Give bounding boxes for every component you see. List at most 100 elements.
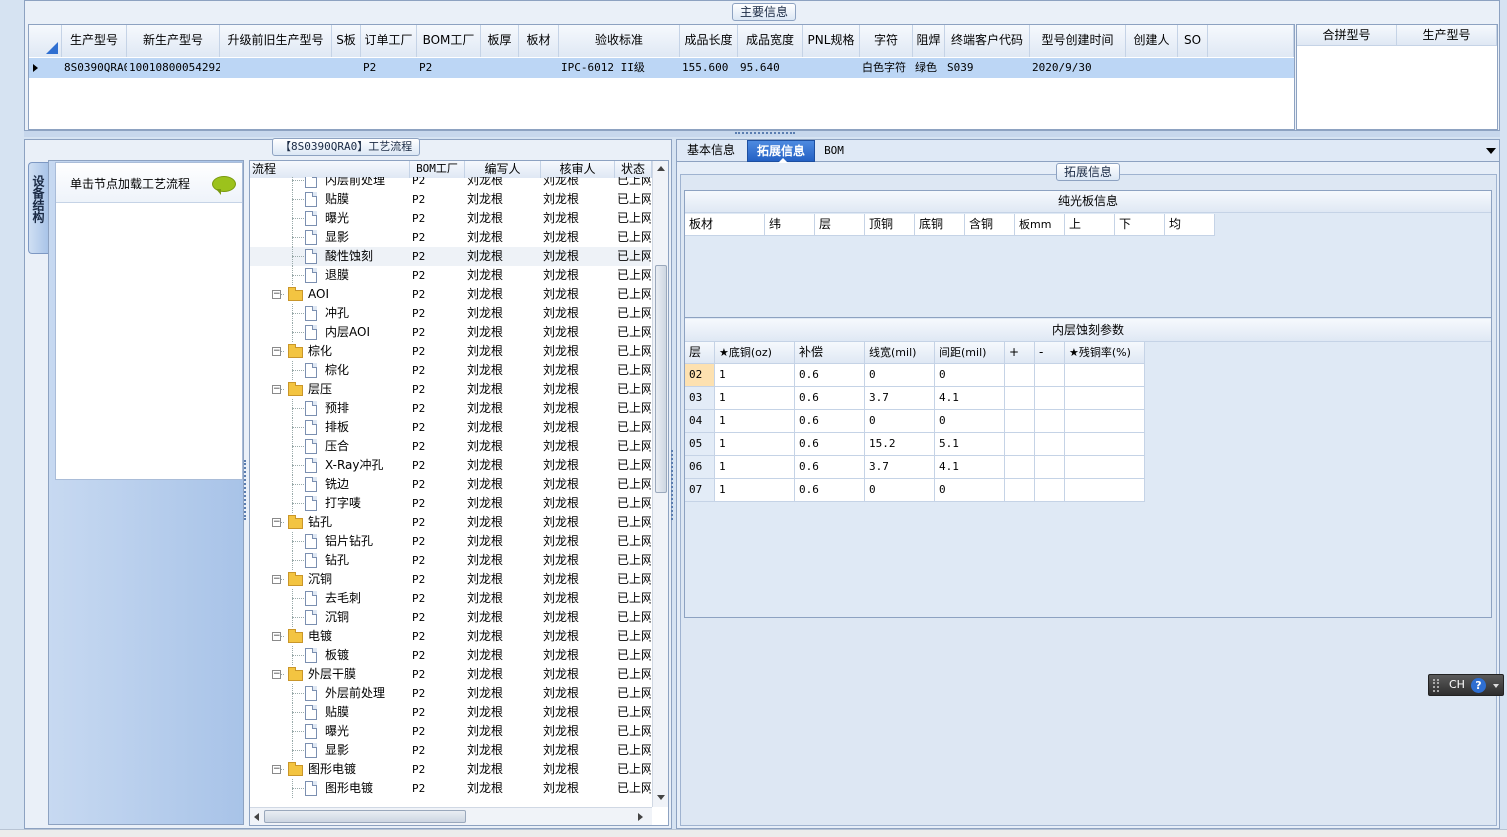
etch-col-header[interactable]: 线宽(mil) xyxy=(865,342,935,364)
etch-cell[interactable]: 0 xyxy=(935,479,1005,502)
scroll-down-icon[interactable] xyxy=(657,795,665,800)
collapse-icon[interactable]: − xyxy=(272,347,281,356)
ime-menu-icon[interactable] xyxy=(1493,684,1499,688)
etch-cell[interactable] xyxy=(1035,479,1065,502)
bare-board-col-header[interactable]: 均 xyxy=(1165,214,1215,236)
etch-cell[interactable] xyxy=(1035,387,1065,410)
tree-leaf-node[interactable]: 板镀 P2 刘龙根 刘龙根 已上网 xyxy=(250,646,651,665)
main-col-header[interactable]: 生产型号 xyxy=(62,25,127,57)
main-grid-row[interactable]: 8S0390QRA0 10010800054292 P2 P2 IPC-6012 II级… xyxy=(29,58,1294,78)
ime-language[interactable]: CH xyxy=(1449,678,1465,691)
tree-leaf-node[interactable]: 压合 P2 刘龙根 刘龙根 已上网 xyxy=(250,437,651,456)
main-col-header[interactable]: 成品长度 xyxy=(680,25,738,57)
tree-folder-node[interactable]: − 沉铜 P2 刘龙根 刘龙根 已上网 xyxy=(250,570,651,589)
etch-cell[interactable]: 3.7 xyxy=(865,456,935,479)
tree-leaf-node[interactable]: 内层前处理 P2 刘龙根 刘龙根 已上网 xyxy=(250,177,651,190)
merge-col-header[interactable]: 合拼型号 xyxy=(1297,25,1397,46)
etch-cell[interactable]: 1 xyxy=(715,433,795,456)
collapse-icon[interactable]: − xyxy=(272,518,281,527)
scroll-up-icon[interactable] xyxy=(657,166,665,171)
collapse-icon[interactable]: − xyxy=(272,385,281,394)
tree-leaf-node[interactable]: X-Ray冲孔 P2 刘龙根 刘龙根 已上网 xyxy=(250,456,651,475)
main-col-header[interactable]: 订单工厂 xyxy=(361,25,417,57)
tree-leaf-node[interactable]: 退膜 P2 刘龙根 刘龙根 已上网 xyxy=(250,266,651,285)
etch-col-header[interactable]: 补偿 xyxy=(795,342,865,364)
main-col-header[interactable]: 字符 xyxy=(860,25,913,57)
etch-cell[interactable] xyxy=(1065,433,1145,456)
etch-cell[interactable] xyxy=(1065,410,1145,433)
tree-leaf-node[interactable]: 铝片钻孔 P2 刘龙根 刘龙根 已上网 xyxy=(250,532,651,551)
tab-basic-info[interactable]: 基本信息 xyxy=(679,140,743,162)
etch-cell[interactable]: 0.6 xyxy=(795,364,865,387)
collapse-icon[interactable]: − xyxy=(272,632,281,641)
main-row-cell[interactable] xyxy=(1126,58,1178,78)
etch-cell[interactable]: 1 xyxy=(715,456,795,479)
tree-leaf-node[interactable]: 打字唛 P2 刘龙根 刘龙根 已上网 xyxy=(250,494,651,513)
tab-ext-info[interactable]: 拓展信息 xyxy=(747,140,815,163)
main-col-header[interactable]: 验收标准 xyxy=(559,25,680,57)
etch-cell[interactable]: 4.1 xyxy=(935,387,1005,410)
etch-cell[interactable]: 0.6 xyxy=(795,387,865,410)
etch-cell[interactable]: 0 xyxy=(865,410,935,433)
etch-cell[interactable]: 0.6 xyxy=(795,433,865,456)
tree-vscrollbar[interactable] xyxy=(652,161,668,807)
help-icon[interactable]: ? xyxy=(1471,678,1486,693)
etch-col-header[interactable]: ★底铜(oz) xyxy=(715,342,795,364)
main-row-cell[interactable] xyxy=(803,58,860,78)
etch-col-header[interactable]: 间距(mil) xyxy=(935,342,1005,364)
main-col-header[interactable]: 升级前旧生产型号 xyxy=(220,25,332,57)
main-row-cell[interactable]: 155.600 xyxy=(680,58,738,78)
main-row-cell[interactable]: 2020/9/30 xyxy=(1030,58,1126,78)
etch-col-header[interactable]: ★残铜率(%) xyxy=(1065,342,1145,364)
main-col-header[interactable]: SO xyxy=(1178,25,1208,57)
collapse-icon[interactable]: − xyxy=(272,575,281,584)
tree-folder-node[interactable]: − 电镀 P2 刘龙根 刘龙根 已上网 xyxy=(250,627,651,646)
main-col-header[interactable]: 阻焊 xyxy=(913,25,945,57)
etch-cell[interactable] xyxy=(1035,410,1065,433)
ime-toolbar[interactable]: CH ? xyxy=(1428,674,1504,696)
tree-col-header[interactable]: 核审人 xyxy=(541,161,615,178)
etch-cell[interactable]: 1 xyxy=(715,410,795,433)
main-row-cell[interactable] xyxy=(519,58,559,78)
tab-bom[interactable]: BOM xyxy=(817,140,851,162)
etch-cell[interactable] xyxy=(1065,364,1145,387)
bare-board-col-header[interactable]: 板mm xyxy=(1015,214,1065,236)
main-col-header[interactable]: 型号创建时间 xyxy=(1030,25,1126,57)
tree-leaf-node[interactable]: 贴膜 P2 刘龙根 刘龙根 已上网 xyxy=(250,190,651,209)
etch-cell[interactable] xyxy=(1005,456,1035,479)
main-col-header[interactable]: 终端客户代码 xyxy=(945,25,1030,57)
tree-col-header[interactable]: 流程 xyxy=(250,161,410,178)
tree-leaf-node[interactable]: 冲孔 P2 刘龙根 刘龙根 已上网 xyxy=(250,304,651,323)
tree-leaf-node[interactable]: 铣边 P2 刘龙根 刘龙根 已上网 xyxy=(250,475,651,494)
main-row-cell[interactable]: 95.640 xyxy=(738,58,803,78)
main-row-cell[interactable] xyxy=(220,58,332,78)
tree-leaf-node[interactable]: 图形电镀 P2 刘龙根 刘龙根 已上网 xyxy=(250,779,651,798)
production-model-col-header[interactable]: 生产型号 xyxy=(1397,25,1497,46)
tree-hscrollbar[interactable] xyxy=(250,807,652,825)
main-col-header[interactable]: 成品宽度 xyxy=(738,25,803,57)
tree-folder-node[interactable]: − 层压 P2 刘龙根 刘龙根 已上网 xyxy=(250,380,651,399)
scroll-left-icon[interactable] xyxy=(254,813,259,821)
tree-folder-node[interactable]: − 外层干膜 P2 刘龙根 刘龙根 已上网 xyxy=(250,665,651,684)
collapse-icon[interactable]: − xyxy=(272,670,281,679)
etch-cell[interactable]: 0 xyxy=(935,364,1005,387)
etch-cell[interactable]: 3.7 xyxy=(865,387,935,410)
collapse-icon[interactable]: − xyxy=(272,290,281,299)
tree-leaf-node[interactable]: 显影 P2 刘龙根 刘龙根 已上网 xyxy=(250,741,651,760)
etch-cell[interactable] xyxy=(1035,433,1065,456)
etch-cell[interactable]: 0 xyxy=(865,479,935,502)
etch-cell[interactable]: 15.2 xyxy=(865,433,935,456)
etch-cell[interactable] xyxy=(1065,387,1145,410)
tree-leaf-node[interactable]: 外层前处理 P2 刘龙根 刘龙根 已上网 xyxy=(250,684,651,703)
etch-cell[interactable]: 4.1 xyxy=(935,456,1005,479)
side-tab-equipment[interactable]: 设备结构 xyxy=(28,162,48,254)
etch-cell[interactable]: 1 xyxy=(715,364,795,387)
scroll-thumb[interactable] xyxy=(655,265,667,493)
tree-col-header[interactable]: 编写人 xyxy=(465,161,541,178)
etch-cell[interactable] xyxy=(1005,479,1035,502)
etch-cell[interactable]: 0.6 xyxy=(795,410,865,433)
etch-cell[interactable]: 0.6 xyxy=(795,456,865,479)
scroll-right-icon[interactable] xyxy=(638,813,643,821)
collapse-icon[interactable]: − xyxy=(272,765,281,774)
etch-cell[interactable]: 0 xyxy=(865,364,935,387)
